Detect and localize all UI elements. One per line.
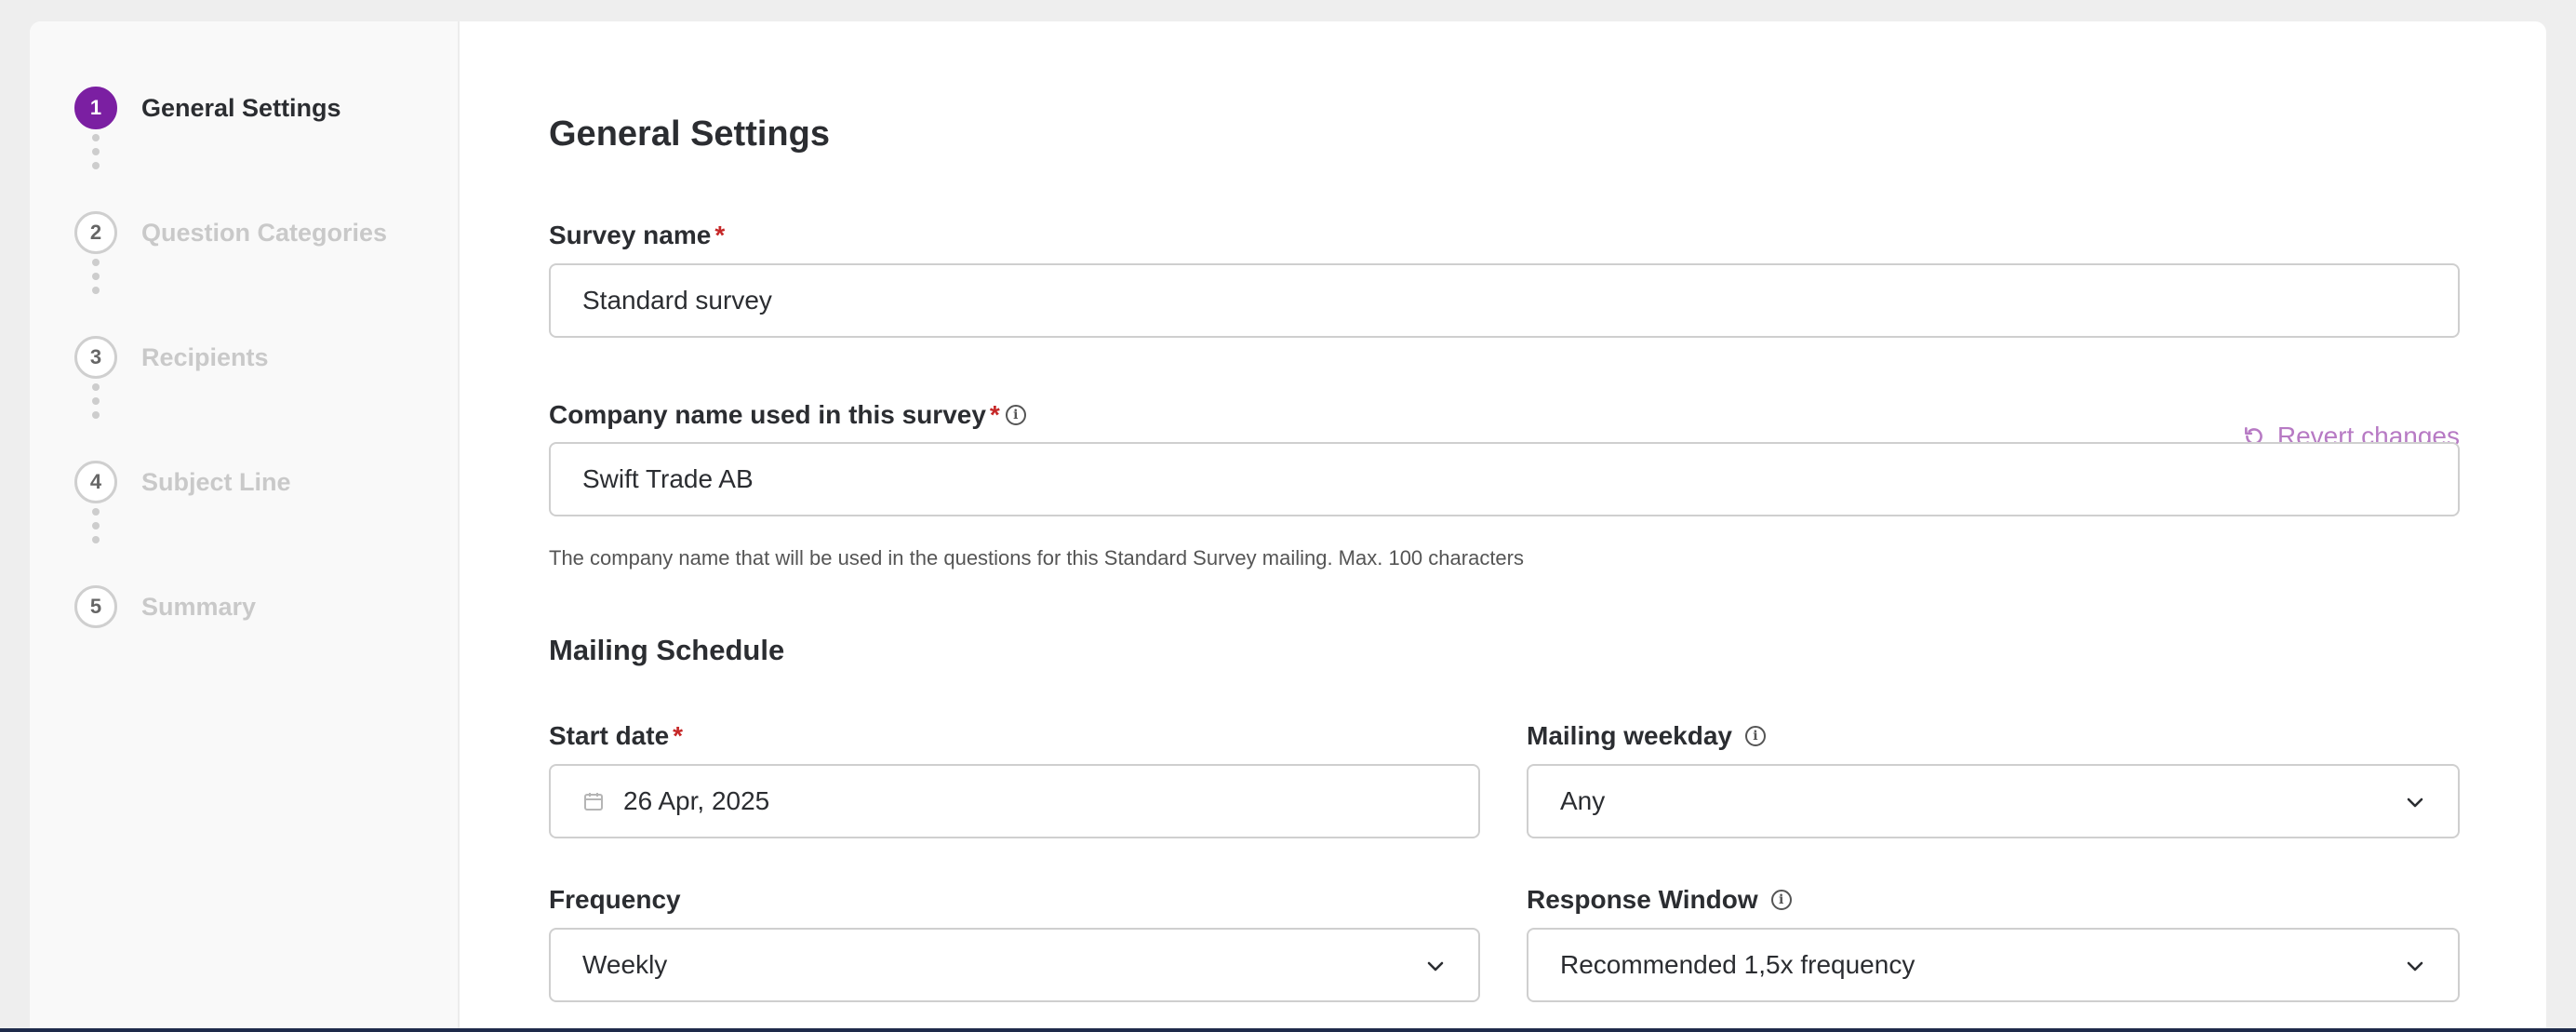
required-mark: * [989,400,1000,429]
step-label: Question Categories [141,218,388,247]
step-subject-line[interactable]: 4 Subject Line [74,461,291,503]
frequency-label-text: Frequency [549,885,681,914]
start-date-picker[interactable]: 26 Apr, 2025 [549,764,1480,838]
frequency-label: Frequency [549,885,681,915]
info-icon[interactable]: i [1005,405,1026,425]
step-number: 4 [74,461,117,503]
survey-name-label-text: Survey name [549,221,712,249]
step-general-settings[interactable]: 1 General Settings [74,87,341,129]
company-name-value: Swift Trade AB [582,464,754,493]
info-icon[interactable]: i [1770,890,1792,910]
page-title: General Settings [549,114,830,154]
chevron-down-icon [1427,961,1444,972]
start-date-value: 26 Apr, 2025 [623,786,770,815]
company-name-input[interactable]: Swift Trade AB [549,442,2460,516]
start-date-label: Start date * [549,721,683,751]
step-label: General Settings [141,93,341,122]
bottom-bar [0,1028,2576,1032]
step-label: Recipients [141,342,269,371]
chevron-down-icon [2407,961,2423,972]
company-name-help: The company name that will be used in th… [549,546,1524,570]
mailing-weekday-label-text: Mailing weekday [1527,721,1732,750]
calendar-icon [584,793,603,811]
step-question-categories[interactable]: 2 Question Categories [74,211,387,254]
survey-name-value: Standard survey [582,286,772,315]
mailing-weekday-select[interactable]: Any [1527,764,2460,838]
required-mark: * [673,721,684,750]
step-connector [92,259,100,301]
chevron-down-icon [2407,797,2423,808]
start-date-label-text: Start date [549,721,670,750]
survey-name-label: Survey name * [549,221,725,250]
step-connector [92,383,100,425]
company-name-label: Company name used in this survey * i [549,400,1026,430]
step-number: 1 [74,87,117,129]
step-label: Subject Line [141,467,291,496]
mailing-weekday-label: Mailing weekday i [1527,721,1766,751]
required-mark: * [714,221,726,249]
step-summary[interactable]: 5 Summary [74,585,256,628]
frequency-select[interactable]: Weekly [549,928,1480,1002]
mailing-weekday-value: Any [1560,786,1606,815]
survey-name-input[interactable]: Standard survey [549,263,2460,338]
step-recipients[interactable]: 3 Recipients [74,336,269,379]
wizard-card: 1 General Settings 2 Question Categories… [30,21,2546,1032]
step-number: 5 [74,585,117,628]
response-window-value: Recommended 1,5x frequency [1560,950,1915,979]
step-connector [92,508,100,550]
steps-sidebar: 1 General Settings 2 Question Categories… [30,21,460,1032]
step-number: 2 [74,211,117,254]
response-window-select[interactable]: Recommended 1,5x frequency [1527,928,2460,1002]
info-icon[interactable]: i [1744,726,1766,746]
step-number: 3 [74,336,117,379]
response-window-label-text: Response Window [1527,885,1758,914]
step-label: Summary [141,592,257,621]
step-connector [92,134,100,176]
company-name-label-text: Company name used in this survey [549,400,986,429]
response-window-label: Response Window i [1527,885,1792,915]
frequency-value: Weekly [582,950,668,979]
mailing-schedule-heading: Mailing Schedule [549,634,785,666]
